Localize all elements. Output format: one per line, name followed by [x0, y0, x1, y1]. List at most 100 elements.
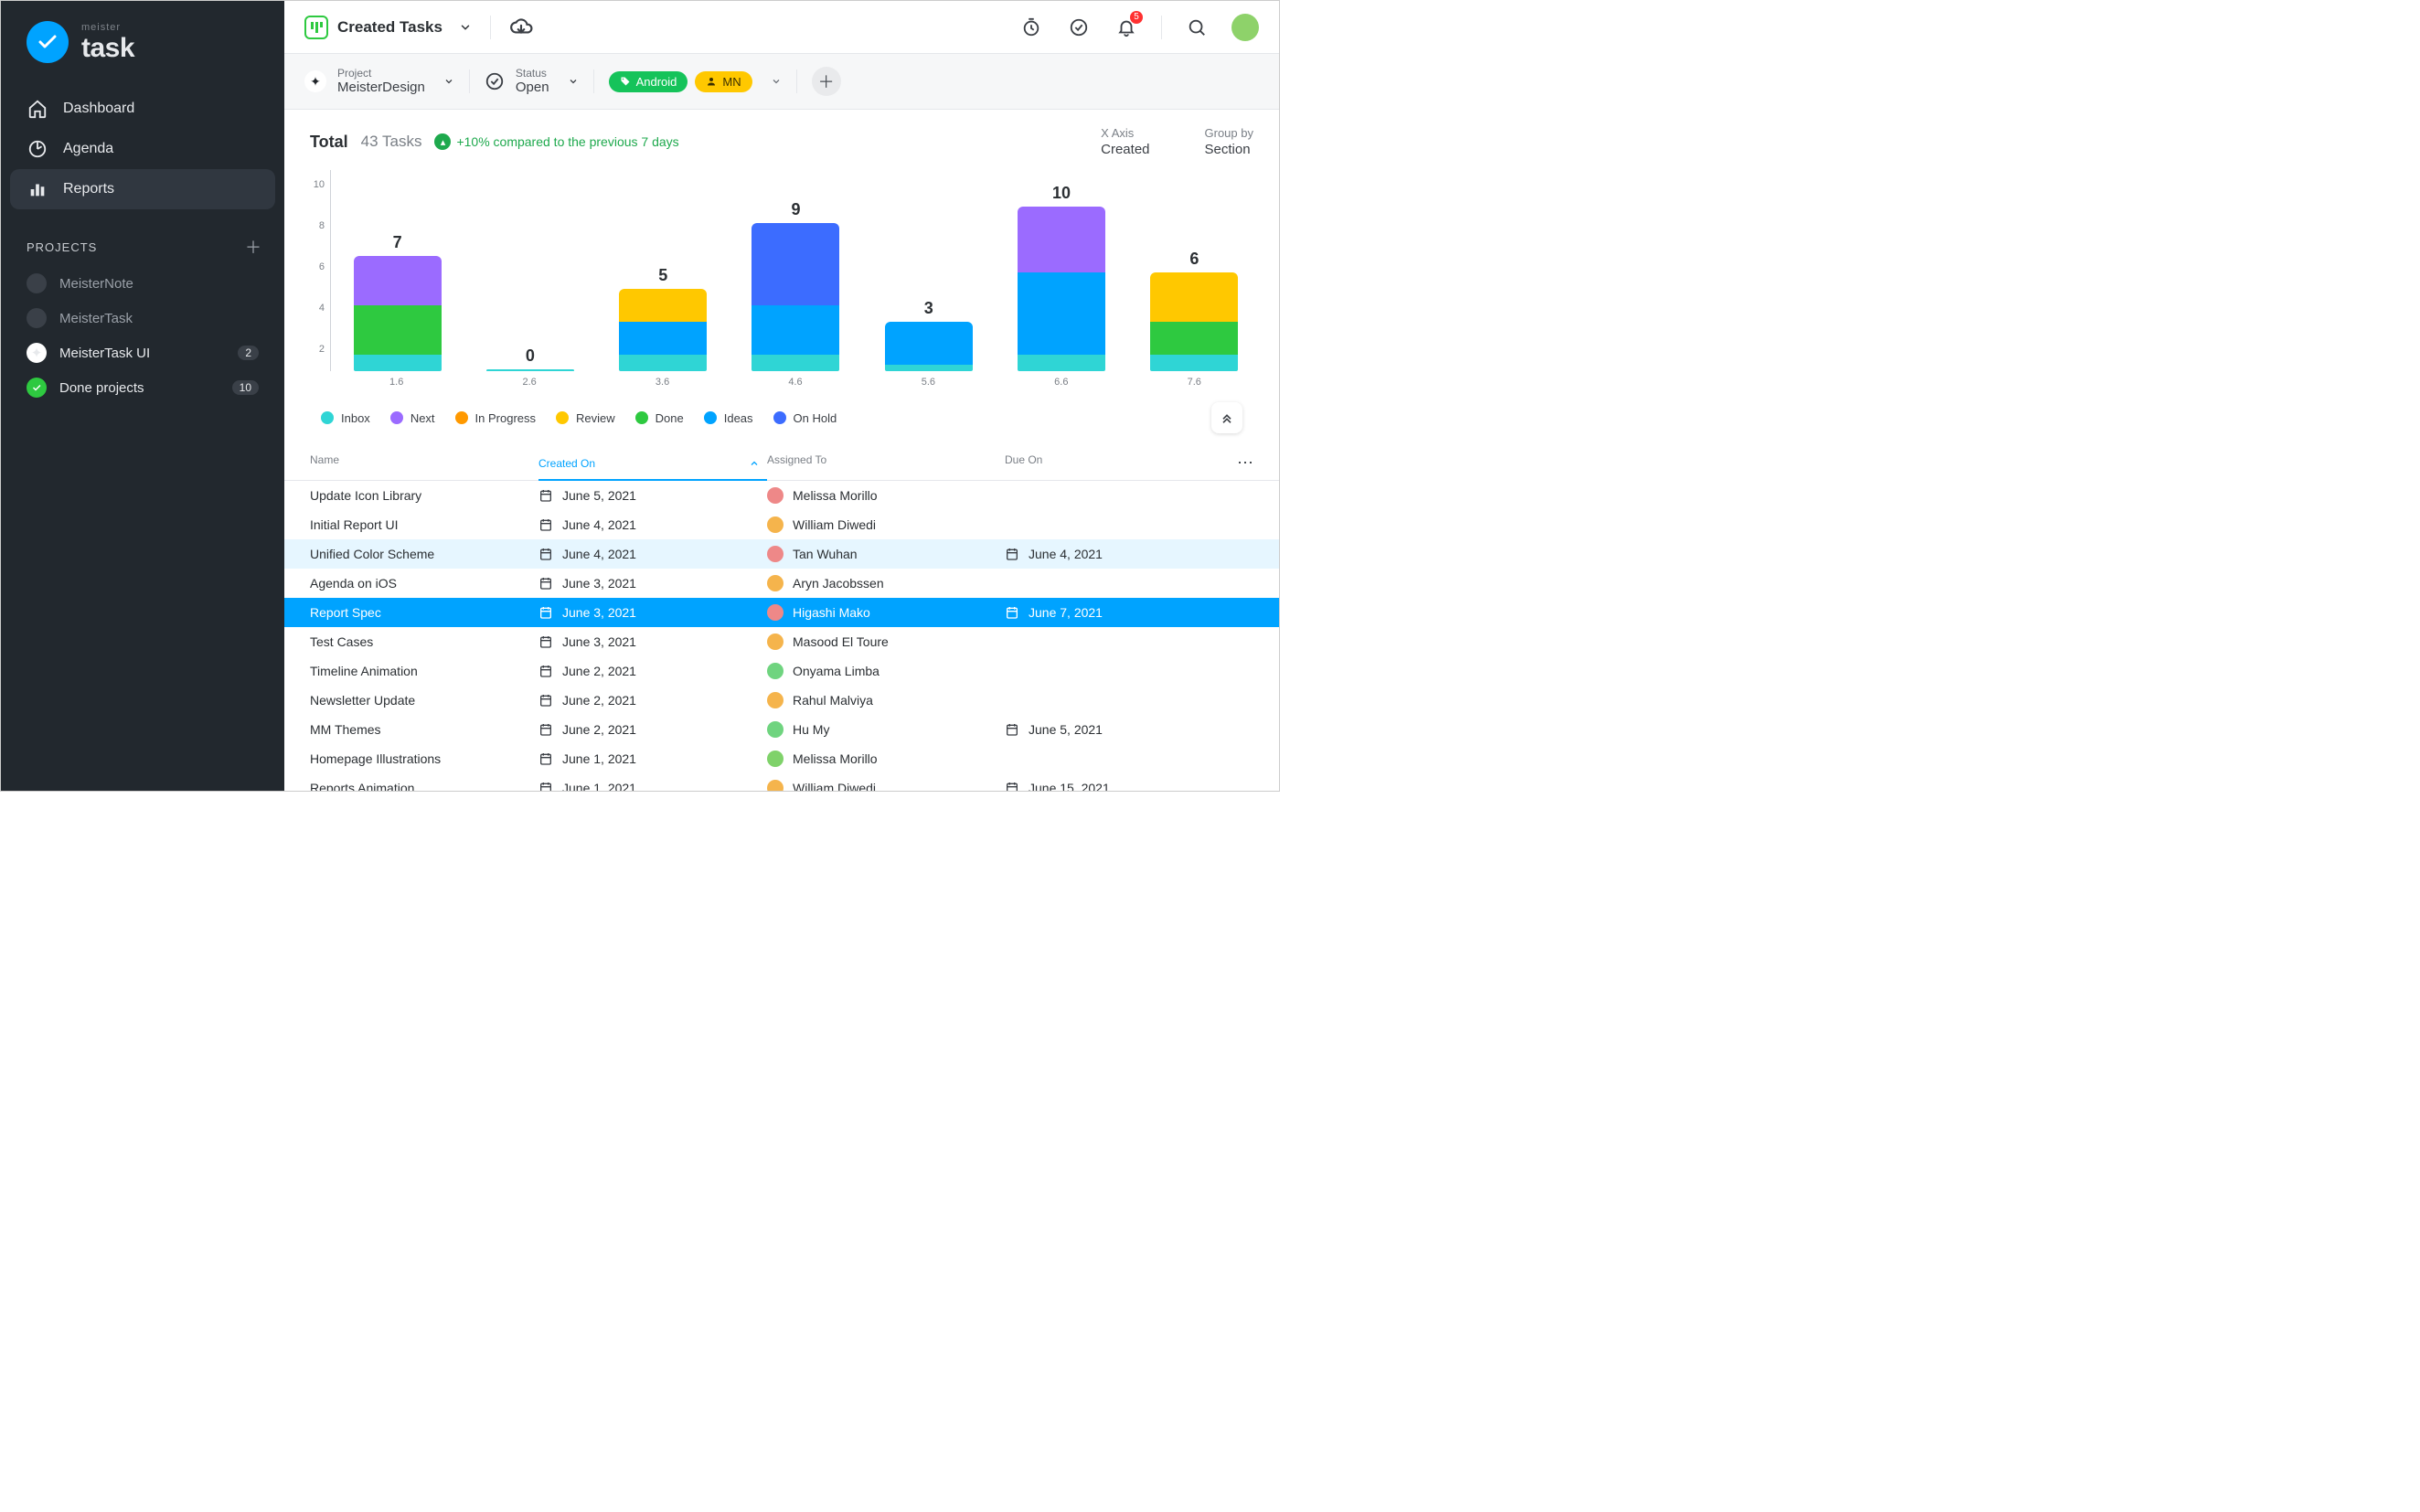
chevron-down-icon[interactable]: [771, 76, 782, 87]
table-more-button[interactable]: ⋯: [1217, 453, 1253, 473]
legend-next[interactable]: Next: [390, 411, 435, 425]
notification-count-badge: 5: [1130, 11, 1143, 24]
table-row[interactable]: MM ThemesJune 2, 2021Hu MyJune 5, 2021: [284, 715, 1279, 744]
col-due-on[interactable]: Due On: [1005, 453, 1217, 473]
chart-bar[interactable]: 10: [1016, 184, 1107, 371]
cell-name: Test Cases: [310, 634, 538, 649]
cell-due: June 7, 2021: [1005, 605, 1217, 620]
check-icon: [27, 378, 47, 398]
tag-icon: [620, 76, 631, 87]
table-row[interactable]: Report SpecJune 3, 2021Higashi MakoJune …: [284, 598, 1279, 627]
chart-bar[interactable]: 9: [750, 200, 841, 371]
home-icon: [27, 98, 48, 120]
avatar-icon: [767, 546, 784, 562]
cell-assignee: William Diwedi: [767, 780, 1005, 791]
cell-created: June 5, 2021: [538, 488, 767, 503]
calendar-icon: [538, 576, 553, 591]
table-row[interactable]: Homepage IllustrationsJune 1, 2021Meliss…: [284, 744, 1279, 773]
col-name[interactable]: Name: [310, 453, 538, 473]
chart: 108642 70593106 1.62.63.64.65.66.67.6: [284, 163, 1279, 388]
chevron-down-icon: [459, 21, 472, 34]
table-row[interactable]: Update Icon LibraryJune 5, 2021Melissa M…: [284, 481, 1279, 510]
page-title: Created Tasks: [337, 18, 442, 37]
cell-created: June 4, 2021: [538, 517, 767, 532]
legend-inbox[interactable]: Inbox: [321, 411, 370, 425]
calendar-icon: [1005, 722, 1019, 737]
chart-bar[interactable]: 6: [1148, 250, 1240, 371]
app-logo[interactable]: meister task: [1, 16, 284, 83]
chevron-down-icon: [568, 76, 579, 87]
legend-in-progress[interactable]: In Progress: [455, 411, 536, 425]
project-meistertask-ui[interactable]: ✦MeisterTask UI2: [12, 335, 273, 370]
logo-mark-icon: [27, 21, 69, 63]
filter-bar: ✦ Project MeisterDesign Status Open Andr…: [284, 54, 1279, 110]
chart-bar[interactable]: 7: [352, 233, 443, 371]
x-axis-selector[interactable]: X Axis Created: [1101, 126, 1149, 157]
legend-review[interactable]: Review: [556, 411, 615, 425]
nav-agenda[interactable]: Agenda: [10, 129, 275, 169]
project-meisternote[interactable]: MeisterNote: [12, 266, 273, 301]
cell-assignee: Higashi Mako: [767, 604, 1005, 621]
avatar-icon: [767, 634, 784, 650]
table-row[interactable]: Timeline AnimationJune 2, 2021Onyama Lim…: [284, 656, 1279, 686]
add-project-button[interactable]: ＋: [245, 235, 262, 259]
calendar-icon: [538, 605, 553, 620]
agenda-icon: [27, 138, 48, 160]
table-row[interactable]: Unified Color SchemeJune 4, 2021Tan Wuha…: [284, 539, 1279, 569]
timer-button[interactable]: [1018, 15, 1044, 40]
cloud-sync-button[interactable]: [509, 16, 533, 39]
project-meistertask[interactable]: MeisterTask: [12, 301, 273, 335]
legend-ideas[interactable]: Ideas: [704, 411, 753, 425]
calendar-icon: [538, 781, 553, 791]
add-filter-button[interactable]: ＋: [812, 67, 841, 96]
check-circle-button[interactable]: [1066, 15, 1092, 40]
group-by-selector[interactable]: Group by Section: [1205, 126, 1253, 157]
project-filter[interactable]: ✦ Project MeisterDesign: [304, 68, 454, 95]
table-row[interactable]: Initial Report UIJune 4, 2021William Diw…: [284, 510, 1279, 539]
cell-name: MM Themes: [310, 722, 538, 737]
legend-dot-icon: [390, 411, 403, 424]
legend-dot-icon: [321, 411, 334, 424]
table-row[interactable]: Test CasesJune 3, 2021Masood El Toure: [284, 627, 1279, 656]
nav-dashboard[interactable]: Dashboard: [10, 89, 275, 129]
sort-asc-icon: [749, 458, 760, 469]
nav-reports[interactable]: Reports: [10, 169, 275, 209]
legend-done[interactable]: Done: [635, 411, 684, 425]
notifications-button[interactable]: 5: [1114, 15, 1139, 40]
calendar-icon: [538, 693, 553, 708]
legend-on-hold[interactable]: On Hold: [773, 411, 837, 425]
collapse-chart-button[interactable]: [1211, 402, 1242, 433]
col-assigned-to[interactable]: Assigned To: [767, 453, 1005, 473]
table-row[interactable]: Agenda on iOSJune 3, 2021Aryn Jacobssen: [284, 569, 1279, 598]
cell-name: Report Spec: [310, 605, 538, 620]
page-title-dropdown[interactable]: Created Tasks: [304, 16, 472, 39]
cell-name: Agenda on iOS: [310, 576, 538, 591]
cell-name: Timeline Animation: [310, 664, 538, 678]
status-filter[interactable]: Status Open: [485, 68, 579, 95]
up-arrow-icon: ▴: [434, 133, 451, 150]
filter-chip-android[interactable]: Android: [609, 71, 688, 92]
chart-bar[interactable]: 3: [883, 299, 975, 371]
col-created-on[interactable]: Created On: [538, 453, 767, 481]
logo-text: meister task: [81, 23, 134, 62]
project-done-projects[interactable]: Done projects10: [12, 370, 273, 405]
chart-bar[interactable]: 5: [617, 266, 709, 371]
table-row[interactable]: Newsletter UpdateJune 2, 2021Rahul Malvi…: [284, 686, 1279, 715]
cell-due: June 4, 2021: [1005, 547, 1217, 561]
avatar-icon: [767, 692, 784, 708]
avatar-icon: [767, 487, 784, 504]
search-button[interactable]: [1184, 15, 1210, 40]
avatar-icon: [767, 604, 784, 621]
filter-chip-mn[interactable]: MN: [695, 71, 752, 92]
table-header: Name Created On Assigned To Due On ⋯: [284, 446, 1279, 481]
avatar-icon: [767, 751, 784, 767]
calendar-icon: [1005, 547, 1019, 561]
user-avatar[interactable]: [1231, 14, 1259, 41]
cell-due: June 15, 2021: [1005, 781, 1217, 791]
projects-header: PROJECTS: [27, 240, 97, 254]
cell-created: June 2, 2021: [538, 722, 767, 737]
cell-name: Unified Color Scheme: [310, 547, 538, 561]
table-row[interactable]: Reports AnimationJune 1, 2021William Diw…: [284, 773, 1279, 791]
chart-bar[interactable]: 0: [485, 346, 576, 371]
cell-assignee: Melissa Morillo: [767, 751, 1005, 767]
